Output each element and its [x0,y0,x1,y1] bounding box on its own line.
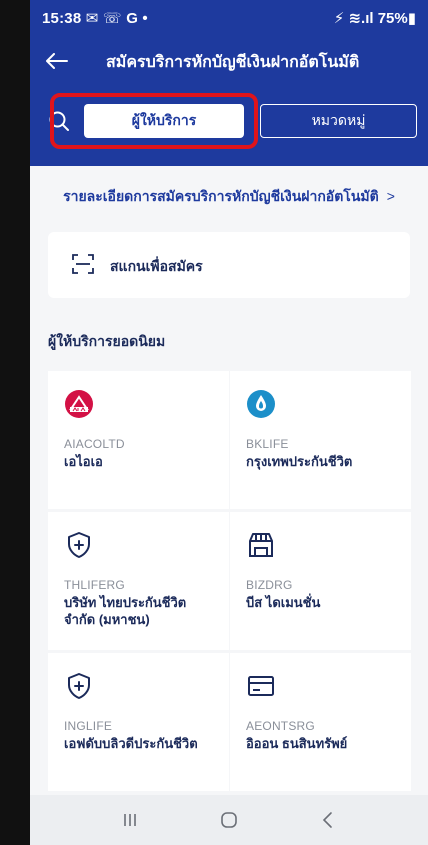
provider-code: BIZDRG [246,578,293,592]
provider-name: เอไอเอ [64,454,103,469]
scan-icon [72,253,94,275]
provider-name: กรุงเทพประกันชีวิต [246,454,353,469]
provider-card-bklife[interactable]: BKLIFE กรุงเทพประกันชีวิต [230,371,411,509]
provider-card-inglife[interactable]: INGLIFE เอฟดับบลิวดีประกันชีวิต [48,653,229,791]
provider-card-thliferg[interactable]: THLIFERG บริษัท ไทยประกันชีวิต จำกัด (มห… [48,512,229,650]
search-tabs-row: ผู้ให้บริการ หมวดหมู่ [30,92,428,152]
provider-card-aeontsrg[interactable]: AEONTSRG อิออน ธนสินทรัพย์ [230,653,411,791]
system-nav-bar [30,795,428,845]
card-icon [246,671,276,701]
home-button[interactable] [209,807,249,833]
provider-code: INGLIFE [64,719,113,733]
shield-plus-icon [64,671,94,701]
status-bar: 15:38 ✉ ☏ G • ⚡ ≋.ıl 75%▮ [30,0,428,36]
provider-code: BKLIFE [246,437,289,451]
recent-apps-icon [124,814,136,826]
tab-categories[interactable]: หมวดหมู่ [260,104,417,138]
provider-name: เอฟดับบลิวดีประกันชีวิต [64,736,198,751]
details-link-label: รายละเอียดการสมัครบริการหักบัญชีเงินฝากอ… [63,188,379,204]
back-button[interactable] [40,44,74,78]
arrow-left-icon [46,53,68,69]
status-time: 15:38 ✉ ☏ G • [42,10,148,27]
recent-apps-button[interactable] [110,807,150,833]
provider-name: บริษัท ไทยประกันชีวิต จำกัด (มหาชน) [64,595,187,627]
provider-code: AIACOLTD [64,437,125,451]
aia-logo-icon [64,389,94,419]
popular-providers-title: ผู้ให้บริการยอดนิยม [48,333,166,349]
status-indicators: ⚡ ≋.ıl 75%▮ [333,10,416,27]
home-icon [221,812,237,828]
details-link[interactable]: รายละเอียดการสมัครบริการหักบัญชีเงินฝากอ… [30,186,428,214]
app-bar: สมัครบริการหักบัญชีเงินฝากอัตโนมัติ [30,36,428,86]
provider-name: บีส ไดเมนชั่น [246,595,321,610]
bklife-logo-icon [246,389,276,419]
shield-plus-icon [64,530,94,560]
chevron-right-icon: > [386,188,395,204]
chevron-left-icon [322,812,332,828]
provider-card-bizdrg[interactable]: BIZDRG บีส ไดเมนชั่น [230,512,411,650]
provider-card-aiacoltd[interactable]: AIACOLTD เอไอเอ [48,371,229,509]
page-title: สมัครบริการหักบัญชีเงินฝากอัตโนมัติ [106,54,360,71]
highlight-box [50,93,258,149]
scan-button[interactable]: สแกนเพื่อสมัคร [48,232,410,298]
store-icon [246,530,276,560]
header: 15:38 ✉ ☏ G • ⚡ ≋.ıl 75%▮ สมัครบริการหัก… [30,0,428,166]
provider-code: THLIFERG [64,578,125,592]
phone-screen: 15:38 ✉ ☏ G • ⚡ ≋.ıl 75%▮ สมัครบริการหัก… [30,0,428,845]
back-nav-button[interactable] [308,807,348,833]
provider-code: AEONTSRG [246,719,315,733]
scan-label: สแกนเพื่อสมัคร [110,258,203,274]
provider-name: อิออน ธนสินทรัพย์ [246,736,348,751]
